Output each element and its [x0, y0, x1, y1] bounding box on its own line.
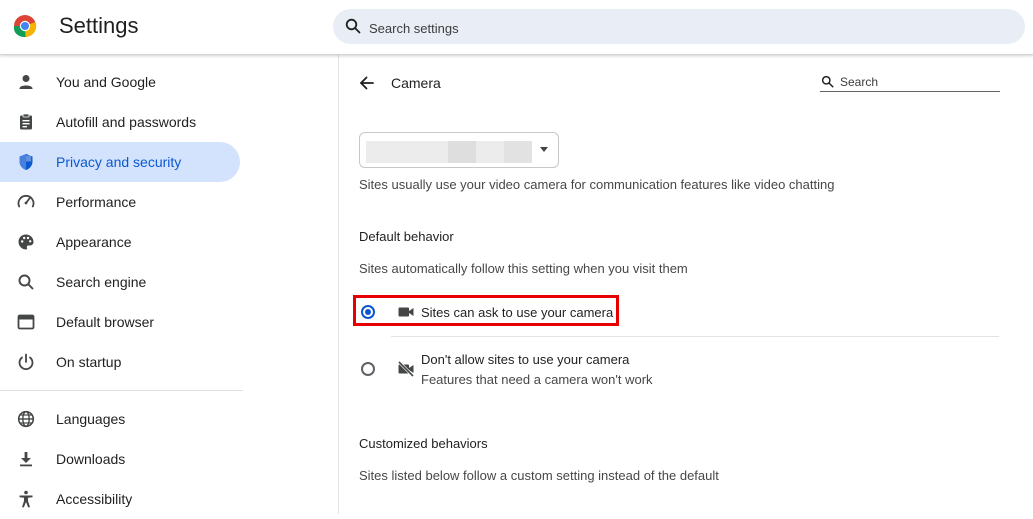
sidebar-item-you-and-google[interactable]: You and Google	[0, 62, 240, 102]
sidebar-item-default-browser[interactable]: Default browser	[0, 302, 240, 342]
video-camera-off-icon	[397, 360, 415, 378]
sidebar-item-languages[interactable]: Languages	[0, 399, 240, 439]
sidebar-divider	[0, 390, 243, 391]
default-behavior-description: Sites automatically follow this setting …	[359, 261, 688, 276]
camera-description: Sites usually use your video camera for …	[359, 177, 835, 192]
camera-search-box[interactable]	[820, 73, 1000, 92]
settings-search-box[interactable]	[333, 9, 1025, 44]
customized-behaviors-description: Sites listed below follow a custom setti…	[359, 468, 719, 483]
sidebar-item-label: Downloads	[56, 451, 126, 467]
customized-behaviors-title: Customized behaviors	[359, 436, 488, 451]
option-dont-allow[interactable]: Don't allow sites to use your camera Fea…	[353, 350, 673, 390]
sidebar-item-appearance[interactable]: Appearance	[0, 222, 240, 262]
sidebar-item-label: Autofill and passwords	[56, 114, 197, 130]
sidebar: You and Google Autofill and passwords Pr…	[0, 54, 255, 508]
sidebar-item-privacy-and-security[interactable]: Privacy and security	[0, 142, 240, 182]
search-icon	[345, 18, 361, 34]
sidebar-item-on-startup[interactable]: On startup	[0, 342, 240, 382]
redacted-device-name	[476, 141, 504, 163]
accessibility-icon	[19, 490, 33, 508]
chrome-logo-icon	[13, 15, 37, 38]
sidebar-item-label: Privacy and security	[56, 154, 182, 170]
highlight-annotation-box	[353, 295, 619, 326]
sidebar-item-label: Appearance	[56, 234, 132, 250]
clipboard-icon	[20, 113, 32, 130]
option-label: Don't allow sites to use your camera	[421, 352, 630, 367]
sidebar-item-downloads[interactable]: Downloads	[0, 439, 240, 479]
sidebar-item-performance[interactable]: Performance	[0, 182, 240, 222]
settings-search-input[interactable]	[367, 17, 971, 39]
page-title: Camera	[391, 75, 441, 91]
search-icon	[18, 274, 34, 290]
sidebar-item-label: Accessibility	[56, 491, 133, 507]
power-icon	[18, 353, 34, 371]
sidebar-item-label: Performance	[56, 194, 137, 210]
shield-icon	[19, 154, 33, 170]
sidebar-item-search-engine[interactable]: Search engine	[0, 262, 240, 302]
palette-icon	[18, 234, 34, 250]
radio-button-unselected[interactable]	[361, 362, 375, 376]
sidebar-item-label: Default browser	[56, 314, 155, 330]
browser-window-icon	[17, 314, 35, 330]
speedometer-icon	[17, 194, 35, 208]
back-arrow-icon[interactable]	[357, 73, 377, 93]
download-icon	[20, 452, 32, 467]
sidebar-item-autofill[interactable]: Autofill and passwords	[0, 102, 240, 142]
top-bar: Settings	[0, 0, 1033, 55]
redacted-device-name	[504, 141, 532, 163]
app-title: Settings	[59, 13, 139, 38]
option-sublabel: Features that need a camera won't work	[421, 372, 653, 387]
camera-device-dropdown[interactable]	[359, 132, 559, 168]
sidebar-item-label: Languages	[56, 411, 126, 427]
sidebar-item-label: On startup	[56, 354, 122, 370]
camera-search-input[interactable]	[838, 73, 1000, 91]
redacted-device-name	[448, 141, 476, 163]
option-divider	[391, 336, 999, 337]
person-icon	[19, 75, 33, 89]
sidebar-item-label: Search engine	[56, 274, 147, 290]
redacted-device-name	[366, 141, 448, 163]
sidebar-item-label: You and Google	[56, 74, 156, 90]
sidebar-item-accessibility[interactable]: Accessibility	[0, 479, 240, 519]
chevron-down-icon	[540, 147, 548, 152]
camera-settings-card: Camera Sites usually use your video came…	[338, 54, 1033, 514]
search-icon	[821, 75, 834, 88]
globe-icon	[17, 410, 35, 428]
default-behavior-title: Default behavior	[359, 229, 454, 244]
